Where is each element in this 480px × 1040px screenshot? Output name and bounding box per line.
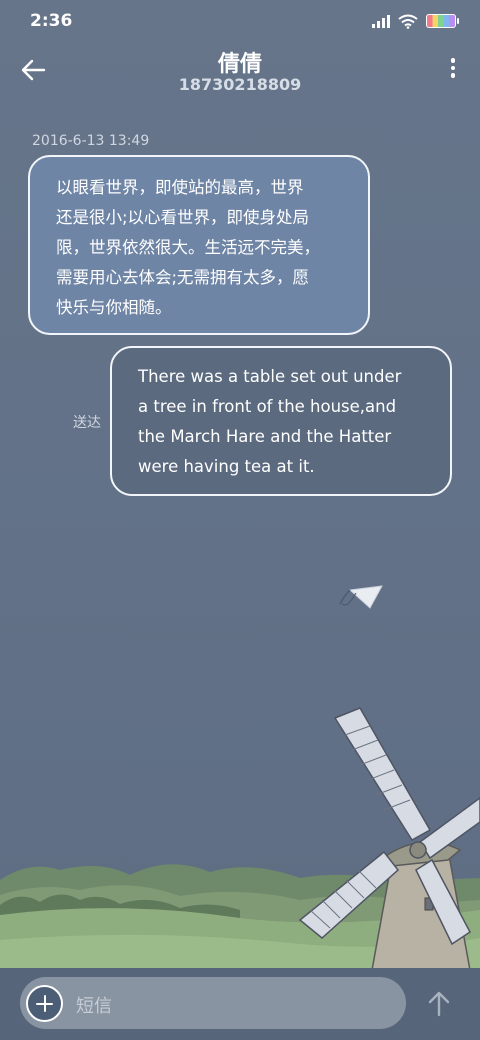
- wifi-icon: [398, 14, 418, 29]
- windmill-landscape-illustration: [0, 585, 480, 970]
- status-time: 2:36: [30, 11, 73, 31]
- message-timestamp: 2016-6-13 13:49: [32, 133, 150, 149]
- contact-name: 倩倩: [217, 52, 262, 77]
- message-line: were having tea at it.: [138, 457, 315, 476]
- message-line: 限，世界依然很大。生活远不完美，: [56, 238, 320, 257]
- delivery-status: 送达: [73, 415, 101, 431]
- message-line: 还是很小;以心看世界，即使身处局: [56, 208, 310, 227]
- message-input-placeholder: 短信: [76, 996, 112, 1017]
- status-icons: [372, 13, 459, 29]
- message-composer: 短信: [0, 968, 480, 1040]
- contact-phone: 18730218809: [178, 75, 302, 94]
- signal-icon: [372, 14, 390, 28]
- kite-icon: [339, 585, 383, 609]
- outgoing-message-bubble[interactable]: There was a table set out under a tree i…: [110, 346, 452, 496]
- message-line: 快乐与你相随。: [56, 298, 172, 317]
- status-bar: 2:36: [0, 0, 480, 42]
- battery-icon: [426, 14, 459, 28]
- incoming-message-bubble[interactable]: 以眼看世界，即使站的最高，世界 还是很小;以心看世界，即使身处局 限，世界依然很…: [28, 155, 370, 335]
- message-line: a tree in front of the house,and: [138, 397, 397, 416]
- message-line: the March Hare and the Hatter: [138, 427, 392, 446]
- message-line: 以眼看世界，即使站的最高，世界: [56, 178, 304, 197]
- conversation-header: 倩倩 18730218809: [0, 42, 480, 102]
- message-line: 需要用心去体会;无需拥有太多，愿: [56, 268, 310, 287]
- arrow-up-icon[interactable]: [426, 990, 452, 1018]
- more-vertical-icon[interactable]: [448, 58, 458, 82]
- message-line: There was a table set out under: [138, 367, 402, 386]
- plus-circle-icon[interactable]: [26, 985, 63, 1022]
